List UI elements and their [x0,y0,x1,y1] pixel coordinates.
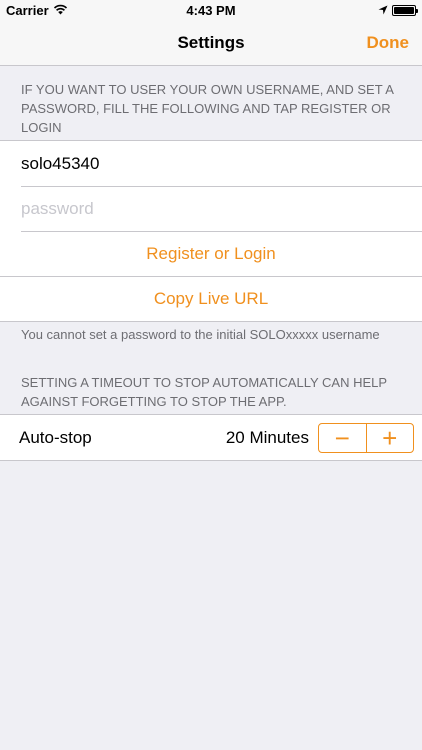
page-title: Settings [177,33,245,52]
timeout-section-header: SETTING A TIMEOUT TO STOP AUTOMATICALLY … [21,375,387,409]
account-section-header: IF YOU WANT TO USER YOUR OWN USERNAME, A… [21,82,394,135]
auto-stop-controls: 20 Minutes − + [225,422,414,453]
password-row [0,186,422,231]
navigation-bar: Settings Done [0,22,422,66]
password-note: You cannot set a password to the initial… [21,327,380,342]
decrement-button[interactable]: − [319,424,366,452]
status-right [378,3,418,18]
auto-stop-label: Auto-stop [19,427,92,447]
settings-screen: Carrier 4:43 PM Settings Done IF YOU WAN… [0,0,422,750]
status-time: 4:43 PM [186,3,236,18]
account-group: Register or Login Copy Live URL [0,140,422,322]
status-bar: Carrier 4:43 PM [0,0,422,22]
copy-live-url-button[interactable]: Copy Live URL [0,276,422,321]
location-arrow-icon [378,3,388,18]
username-field[interactable] [0,153,422,174]
timeout-group: Auto-stop 20 Minutes − + [0,414,422,461]
auto-stop-stepper: − + [318,422,414,453]
username-row [0,141,422,186]
auto-stop-value: 20 Minutes [225,427,309,447]
increment-button[interactable]: + [365,423,414,452]
auto-stop-row: Auto-stop 20 Minutes − + [0,415,422,460]
password-field[interactable] [0,198,422,219]
register-or-login-button[interactable]: Register or Login [0,231,422,276]
done-button[interactable]: Done [367,33,410,53]
battery-icon [392,5,418,16]
